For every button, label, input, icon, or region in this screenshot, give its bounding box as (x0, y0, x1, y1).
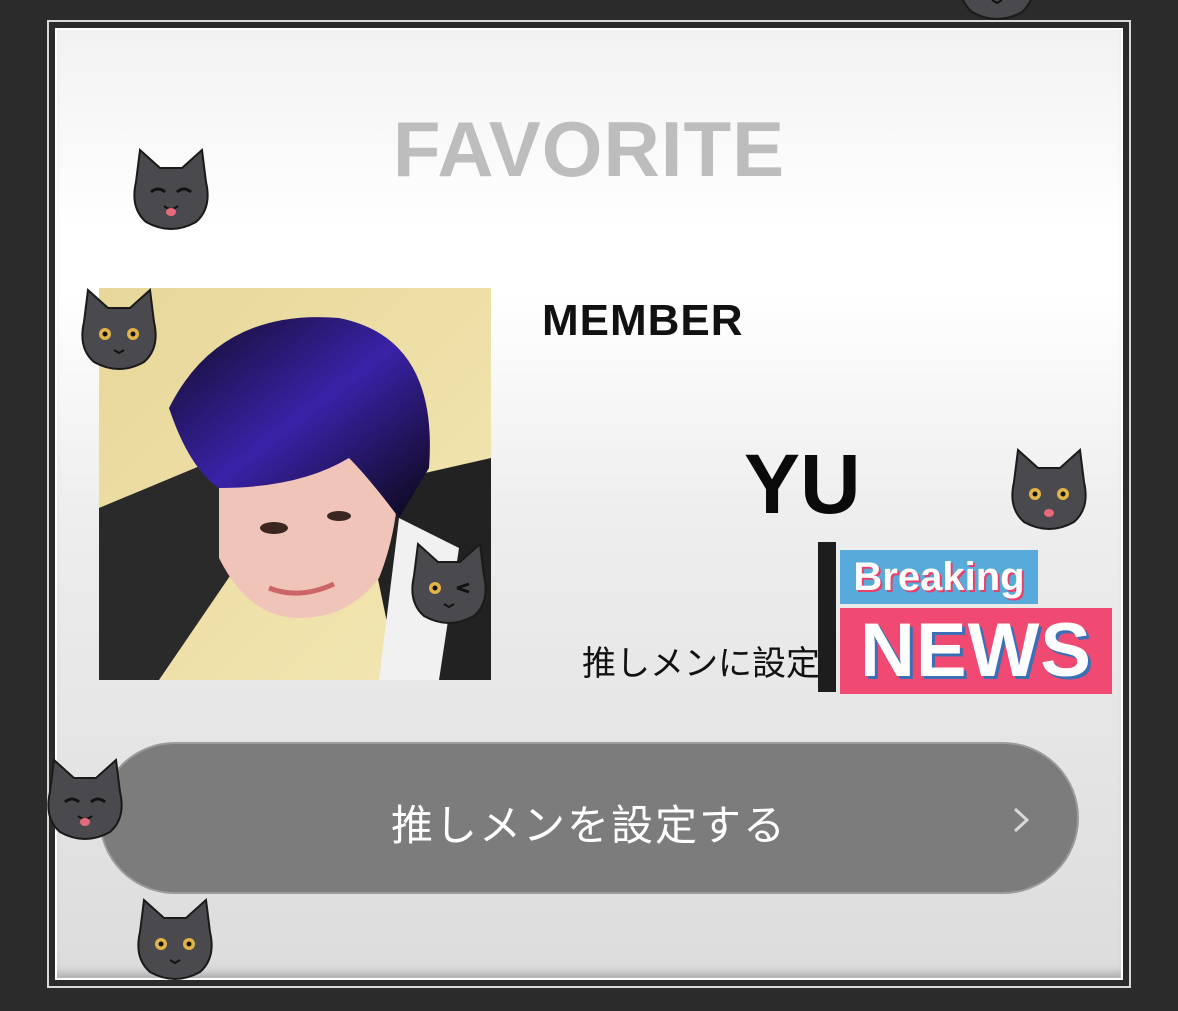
member-name: YU (744, 437, 861, 531)
cat-wink-icon (404, 542, 494, 626)
cat-neutral-icon (130, 898, 220, 982)
cat-neutral-icon (952, 0, 1042, 22)
chevron-right-icon (1013, 807, 1030, 833)
breaking-news-sticker: Breaking NEWS (818, 540, 1114, 696)
cat-happy-icon (126, 148, 216, 232)
sticker-bar (818, 542, 836, 692)
cat-happy-icon (40, 758, 130, 842)
member-label: MEMBER (542, 296, 744, 345)
set-oshi-button[interactable]: 推しメンを設定する (99, 742, 1079, 894)
set-oshi-link[interactable]: 推しメンに設定 (582, 636, 827, 685)
set-oshi-button-label: 推しメンを設定する (390, 802, 787, 849)
sticker-line2: NEWS (840, 608, 1112, 694)
cat-neutral-icon (74, 288, 164, 372)
cat-smile-icon (1004, 448, 1094, 532)
sticker-line1: Breaking (840, 550, 1038, 604)
